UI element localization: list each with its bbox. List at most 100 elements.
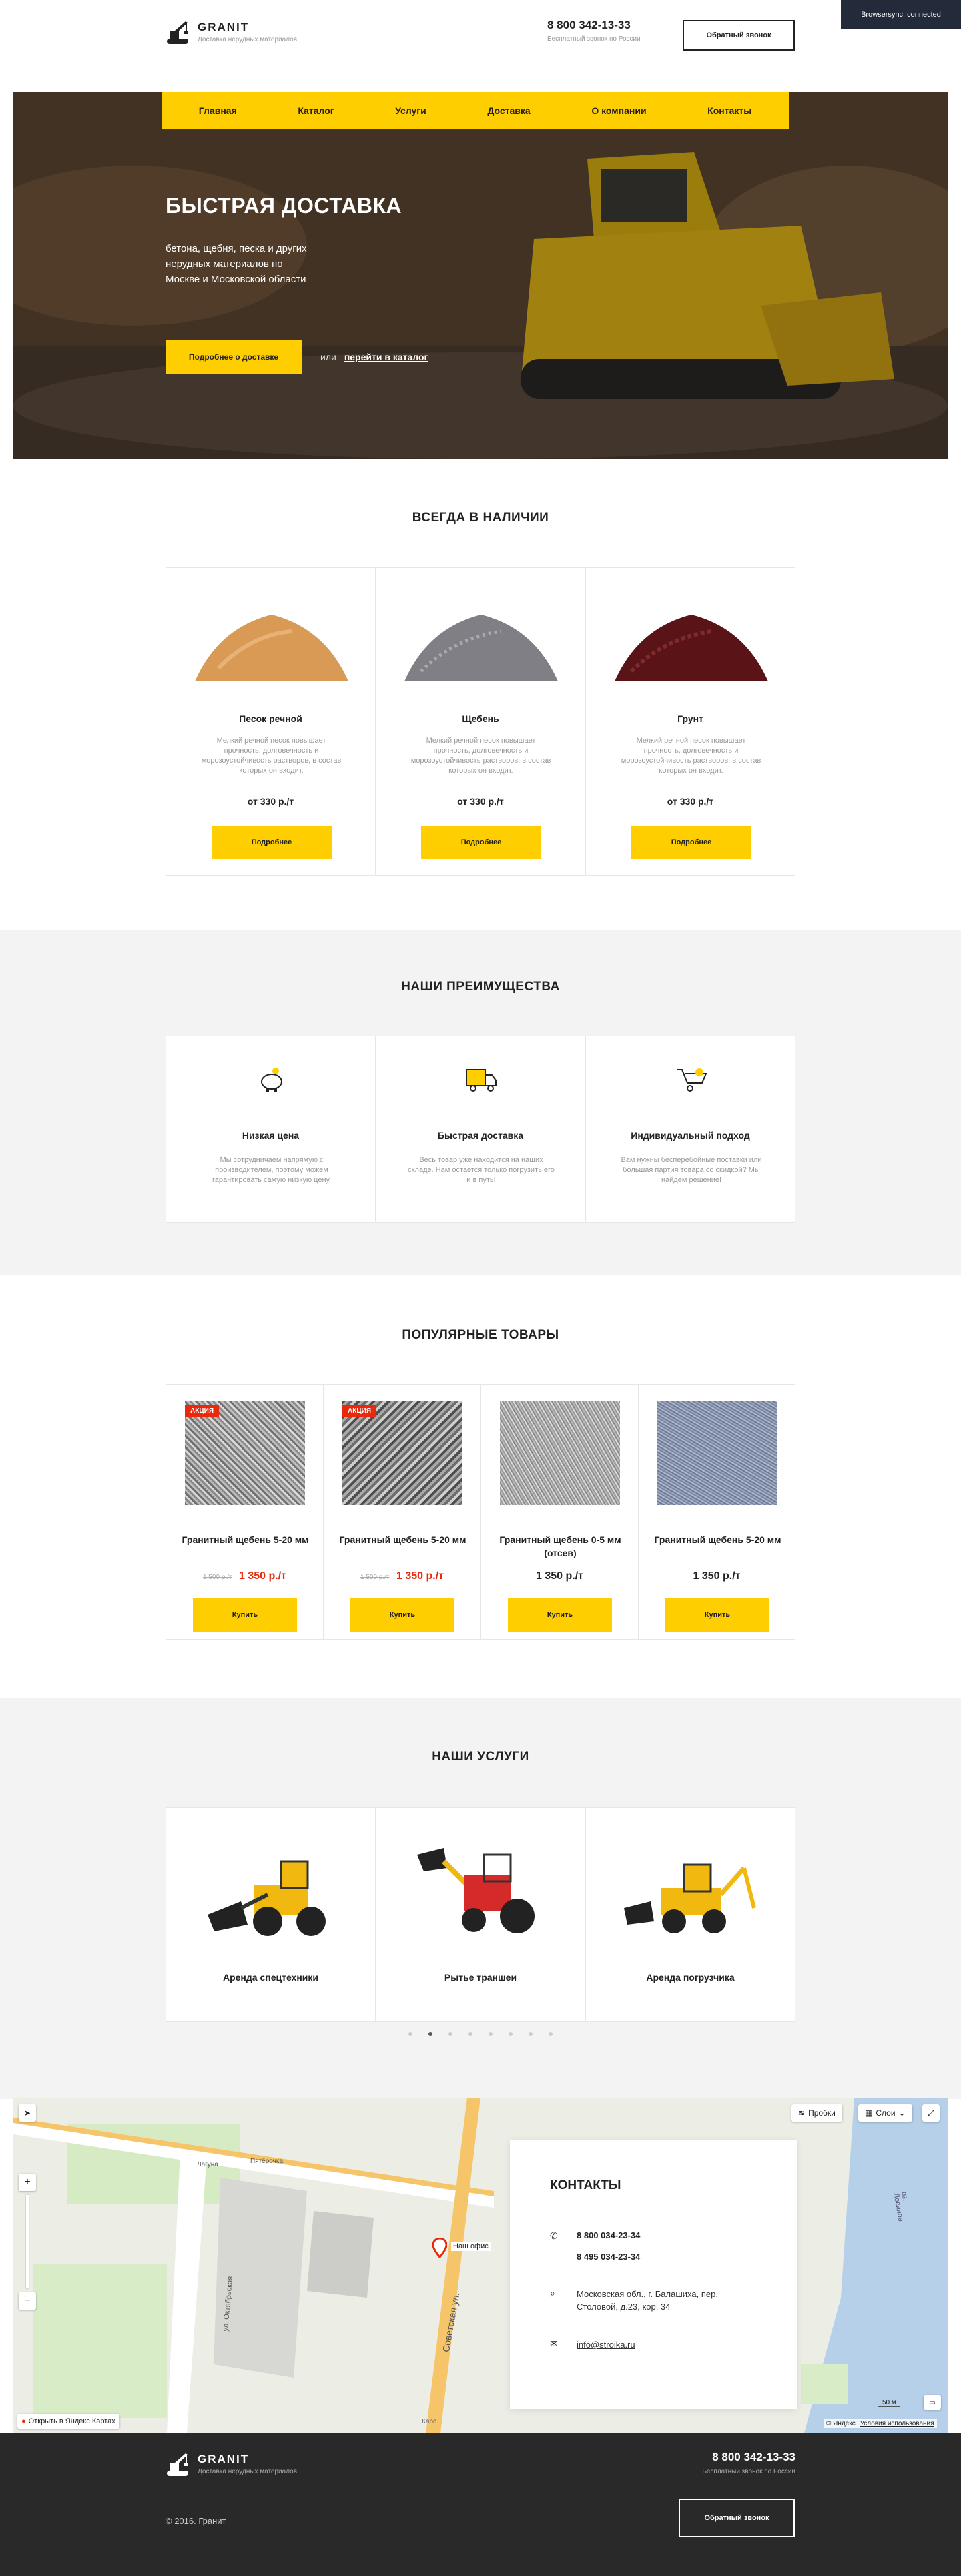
yandex-pin-icon: ●	[21, 2417, 26, 2425]
delivery-details-button[interactable]: Подробнее о доставке	[166, 340, 302, 374]
zoom-in-button[interactable]: +	[19, 2174, 36, 2191]
brand-name: GRANIT	[198, 21, 250, 33]
footer-logo[interactable]: GRANIT Доставка нерудных материалов	[166, 2451, 297, 2477]
traffic-button[interactable]: ≋ Пробки	[791, 2104, 842, 2122]
gravel-photo	[657, 1401, 777, 1505]
popular-product-card: Гранитный щебень 0-5 мм (отсев) 1 350 р.…	[480, 1384, 639, 1640]
product-price: от 330 р./т	[247, 796, 294, 807]
yandex-copyright: © Яндекс	[826, 2420, 856, 2427]
carousel-dot[interactable]	[448, 2032, 452, 2036]
contacts-phone[interactable]: 8 800 034-23-34	[577, 2230, 640, 2240]
open-in-yandex-button[interactable]: ● Открыть в Яндекс Картах	[17, 2414, 119, 2429]
office-marker-icon[interactable]	[432, 2238, 447, 2258]
hero-text-line: нерудных материалов по	[166, 258, 283, 270]
header-phone[interactable]: 8 800 342-13-33	[547, 19, 641, 32]
map-terms-link[interactable]: Условия использования	[860, 2420, 934, 2427]
hero-title: БЫСТРАЯ ДОСТАВКА	[166, 194, 402, 218]
ruler-icon: ▭	[929, 2398, 936, 2406]
service-card[interactable]: Аренда спецтехники	[166, 1807, 376, 2022]
service-name: Аренда погрузчика	[646, 1972, 735, 1983]
fullscreen-button[interactable]: ⤢	[922, 2104, 940, 2122]
delivery-truck-icon	[466, 1069, 497, 1092]
service-card[interactable]: Аренда погрузчика	[585, 1807, 795, 2022]
traffic-icon: ≋	[798, 2108, 806, 2118]
buy-button[interactable]: Купить	[665, 1598, 769, 1632]
sand-pile-image	[195, 615, 348, 681]
service-name: Рытье траншеи	[444, 1972, 517, 1983]
crane-logo-icon	[167, 2453, 188, 2476]
footer-callback-button[interactable]: Обратный звонок	[679, 2499, 795, 2537]
contacts-email[interactable]: info@stroika.ru	[577, 2340, 635, 2350]
advantage-desc: Мы сотрудничаем напрямую с производителе…	[212, 1156, 331, 1184]
carousel-dot[interactable]	[549, 2032, 553, 2036]
product-name: Щебень	[462, 713, 499, 724]
buy-button[interactable]: Купить	[508, 1598, 612, 1632]
nav-item-about[interactable]: О компании	[591, 105, 646, 116]
footer-phone[interactable]: 8 800 342-13-33	[712, 2451, 795, 2464]
product-name: Песок речной	[239, 713, 302, 724]
catalog-link[interactable]: перейти в каталог	[344, 352, 428, 362]
map-scale: 50 м	[878, 2399, 900, 2407]
map-poi-label: Пятёрочка	[250, 2158, 284, 2165]
contacts-address: Московская обл., г. Балашиха, пер. Столо…	[577, 2289, 718, 2312]
service-card[interactable]: Рытье траншеи	[375, 1807, 586, 2022]
carousel-dot[interactable]	[529, 2032, 533, 2036]
advantage-card: Индивидуальный подход Вам нужны беспереб…	[585, 1036, 795, 1223]
map-locate-button[interactable]: ➤	[19, 2104, 36, 2122]
buy-button[interactable]: Купить	[193, 1598, 297, 1632]
footer-tagline: Доставка нерудных материалов	[198, 2468, 298, 2475]
nav-item-contacts[interactable]: Контакты	[707, 105, 751, 116]
brand-tagline: Доставка нерудных материалов	[198, 36, 298, 43]
carousel-dot[interactable]	[408, 2032, 412, 2036]
popular-title: ПОПУЛЯРНЫЕ ТОВАРЫ	[402, 1328, 559, 1342]
zoom-out-button[interactable]: −	[19, 2292, 36, 2310]
product-card-gravel: Щебень Мелкий речной песок повышает проч…	[375, 567, 586, 876]
phone-icon: ✆	[550, 2230, 558, 2241]
service-name: Аренда спецтехники	[222, 1972, 319, 1983]
yandex-map[interactable]: Советская ул. ул. Октябрьская оз. Лосино…	[13, 2098, 948, 2433]
carousel-dot[interactable]	[468, 2032, 472, 2036]
product-card-sand: Песок речной Мелкий речной песок повышае…	[166, 567, 376, 876]
nav-item-services[interactable]: Услуги	[395, 105, 426, 116]
popular-product-name: Гранитный щебень 0-5 мм (отсев)	[499, 1534, 621, 1558]
zoom-slider[interactable]	[26, 2195, 29, 2288]
product-desc: Мелкий речной песок повышает прочность, …	[201, 737, 342, 775]
advantage-card: Низкая цена Мы сотрудничаем напрямую с п…	[166, 1036, 376, 1223]
popular-product-card: Гранитный щебень 5-20 мм 1 350 р./т Купи…	[638, 1384, 795, 1640]
open-in-yandex-label: Открыть в Яндекс Картах	[28, 2417, 115, 2425]
footer-phone-note: Бесплатный звонок по России	[702, 2468, 795, 2475]
nav-item-catalog[interactable]: Каталог	[298, 105, 334, 116]
services-title: НАШИ УСЛУГИ	[432, 1750, 529, 1764]
layers-label: Слои	[876, 2108, 896, 2118]
old-price: 1 500 р./т	[360, 1574, 390, 1581]
location-search-icon: ⌕	[550, 2288, 555, 2298]
contacts-phone[interactable]: 8 495 034-23-34	[577, 2252, 640, 2262]
advantage-desc: Весь товар уже находится на наших складе…	[408, 1156, 555, 1184]
traffic-label: Пробки	[808, 2108, 836, 2118]
gravel-pile-image	[404, 615, 558, 681]
sale-price: 1 350 р./т	[238, 1570, 286, 1582]
popular-product-card: АКЦИЯ Гранитный щебень 5-20 мм 1 500 р./…	[166, 1384, 324, 1640]
product-details-button[interactable]: Подробнее	[421, 826, 541, 859]
product-details-button[interactable]: Подробнее	[212, 826, 332, 859]
hero-content: БЫСТРАЯ ДОСТАВКА бетона, щебня, песка и …	[166, 194, 795, 380]
carousel-dot[interactable]	[509, 2032, 513, 2036]
carousel-dot[interactable]	[489, 2032, 493, 2036]
layers-button[interactable]: ▦ Слои ⌄	[858, 2104, 912, 2122]
nav-item-delivery[interactable]: Доставка	[487, 105, 530, 116]
ruler-button[interactable]: ▭	[924, 2395, 941, 2410]
carousel-dot-active[interactable]	[428, 2032, 432, 2036]
gravel-photo	[500, 1401, 620, 1505]
expand-icon: ⤢	[928, 2108, 934, 2118]
popular-product-name: Гранитный щебень 5-20 мм	[654, 1534, 781, 1545]
callback-button[interactable]: Обратный звонок	[683, 20, 795, 51]
nav-item-home[interactable]: Главная	[199, 105, 237, 116]
sale-badge: АКЦИЯ	[342, 1405, 377, 1417]
product-details-button[interactable]: Подробнее	[631, 826, 751, 859]
advantage-desc: Вам нужны бесперебойные поставки или бол…	[621, 1156, 762, 1184]
carousel-dots	[0, 2032, 961, 2036]
buy-button[interactable]: Купить	[350, 1598, 454, 1632]
hero-or: или	[320, 352, 336, 362]
logo[interactable]: GRANIT Доставка нерудных материалов	[166, 19, 297, 45]
popular-product-name: Гранитный щебень 5-20 мм	[182, 1534, 309, 1545]
